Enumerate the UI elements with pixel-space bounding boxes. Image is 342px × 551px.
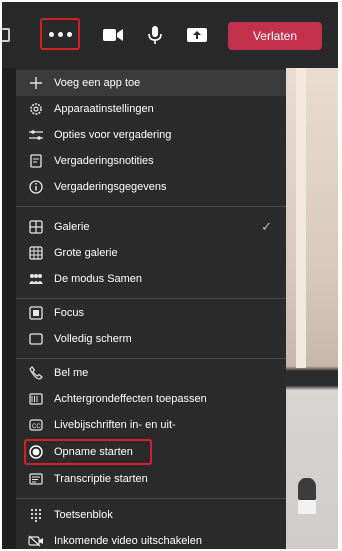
notes-icon bbox=[28, 153, 44, 169]
toolbar-partial-icon bbox=[2, 28, 10, 42]
large-gallery-icon bbox=[28, 245, 44, 261]
menu-item-label: Vergaderingsgegevens bbox=[54, 181, 167, 193]
menu-item-add-app[interactable]: Voeg een app toe bbox=[16, 70, 286, 96]
menu-item-label: Volledig scherm bbox=[54, 333, 132, 345]
menu-item-meeting-details[interactable]: Vergaderingsgegevens bbox=[16, 174, 286, 200]
microphone-icon bbox=[148, 26, 162, 44]
meeting-toolbar: Verlaten bbox=[2, 2, 338, 68]
leave-label: Verlaten bbox=[252, 29, 298, 43]
focus-icon bbox=[28, 305, 44, 321]
menu-divider bbox=[16, 298, 286, 299]
leave-button[interactable]: Verlaten bbox=[228, 22, 322, 50]
menu-divider bbox=[16, 206, 286, 207]
together-mode-icon bbox=[28, 271, 44, 287]
camera-button[interactable] bbox=[98, 20, 128, 50]
more-dot-icon bbox=[48, 31, 54, 37]
menu-item-gallery[interactable]: Galerie ✓ bbox=[16, 214, 286, 240]
more-dot-icon bbox=[66, 31, 72, 37]
gear-icon bbox=[28, 101, 44, 117]
menu-item-label: Voeg een app toe bbox=[54, 77, 141, 89]
background-effects-icon bbox=[28, 391, 44, 407]
microphone-button[interactable] bbox=[140, 20, 170, 50]
fullscreen-icon bbox=[28, 331, 44, 347]
menu-item-label: Achtergrondeffecten toepassen bbox=[54, 393, 207, 405]
menu-item-live-captions[interactable]: CC Livebijschriften in- en uit- bbox=[16, 412, 286, 438]
phone-icon bbox=[28, 365, 44, 381]
checkmark-icon: ✓ bbox=[261, 219, 272, 234]
menu-divider bbox=[16, 498, 286, 499]
menu-item-meeting-options[interactable]: Opties voor vergadering bbox=[16, 122, 286, 148]
menu-item-label: Livebijschriften in- en uit- bbox=[54, 419, 176, 431]
menu-item-disable-incoming-video[interactable]: Inkomende video uitschakelen bbox=[16, 528, 286, 549]
video-off-icon bbox=[28, 533, 44, 549]
share-icon bbox=[187, 28, 207, 42]
svg-text:CC: CC bbox=[32, 424, 41, 430]
menu-item-large-gallery[interactable]: Grote galerie bbox=[16, 240, 286, 266]
menu-item-label: Inkomende video uitschakelen bbox=[54, 535, 202, 547]
share-screen-button[interactable] bbox=[182, 20, 212, 50]
video-plant bbox=[298, 478, 316, 500]
menu-item-label: De modus Samen bbox=[54, 273, 143, 285]
menu-item-focus[interactable]: Focus bbox=[16, 300, 286, 326]
menu-item-label: Grote galerie bbox=[54, 247, 118, 259]
meeting-window: Verlaten Voeg een app toe Apparaatinstel… bbox=[2, 2, 338, 549]
menu-item-together-mode[interactable]: De modus Samen bbox=[16, 266, 286, 292]
video-background-beam bbox=[296, 68, 306, 368]
menu-item-meeting-notes[interactable]: Vergaderingsnotities bbox=[16, 148, 286, 174]
menu-item-label: Transcriptie starten bbox=[54, 473, 148, 485]
video-pot bbox=[298, 500, 316, 514]
menu-item-label: Opname starten bbox=[54, 446, 133, 458]
camera-icon bbox=[103, 29, 123, 41]
dialpad-icon bbox=[28, 507, 44, 523]
participant-video bbox=[286, 68, 338, 549]
menu-item-background-effects[interactable]: Achtergrondeffecten toepassen bbox=[16, 386, 286, 412]
plus-icon bbox=[28, 75, 44, 91]
more-actions-button[interactable] bbox=[40, 18, 80, 50]
menu-item-label: Vergaderingsnotities bbox=[54, 155, 154, 167]
menu-item-start-recording[interactable]: Opname starten bbox=[16, 439, 286, 465]
sliders-icon bbox=[28, 127, 44, 143]
menu-item-label: Opties voor vergadering bbox=[54, 129, 172, 141]
menu-item-label: Toetsenblok bbox=[54, 509, 113, 521]
more-actions-menu: Voeg een app toe Apparaatinstellingen Op… bbox=[16, 68, 286, 549]
menu-item-label: Focus bbox=[54, 307, 84, 319]
menu-divider bbox=[16, 358, 286, 359]
captions-icon: CC bbox=[28, 417, 44, 433]
menu-item-dialpad[interactable]: Toetsenblok bbox=[16, 502, 286, 528]
menu-item-label: Apparaatinstellingen bbox=[54, 103, 154, 115]
info-icon bbox=[28, 179, 44, 195]
menu-item-fullscreen[interactable]: Volledig scherm bbox=[16, 326, 286, 352]
transcript-icon bbox=[28, 471, 44, 487]
record-icon bbox=[28, 444, 44, 460]
gallery-icon bbox=[28, 219, 44, 235]
menu-item-call-me[interactable]: Bel me bbox=[16, 360, 286, 386]
menu-item-device-settings[interactable]: Apparaatinstellingen bbox=[16, 96, 286, 122]
menu-item-label: Bel me bbox=[54, 367, 89, 379]
menu-item-label: Galerie bbox=[54, 221, 90, 233]
more-dot-icon bbox=[57, 31, 63, 37]
menu-item-start-transcription[interactable]: Transcriptie starten bbox=[16, 466, 286, 492]
